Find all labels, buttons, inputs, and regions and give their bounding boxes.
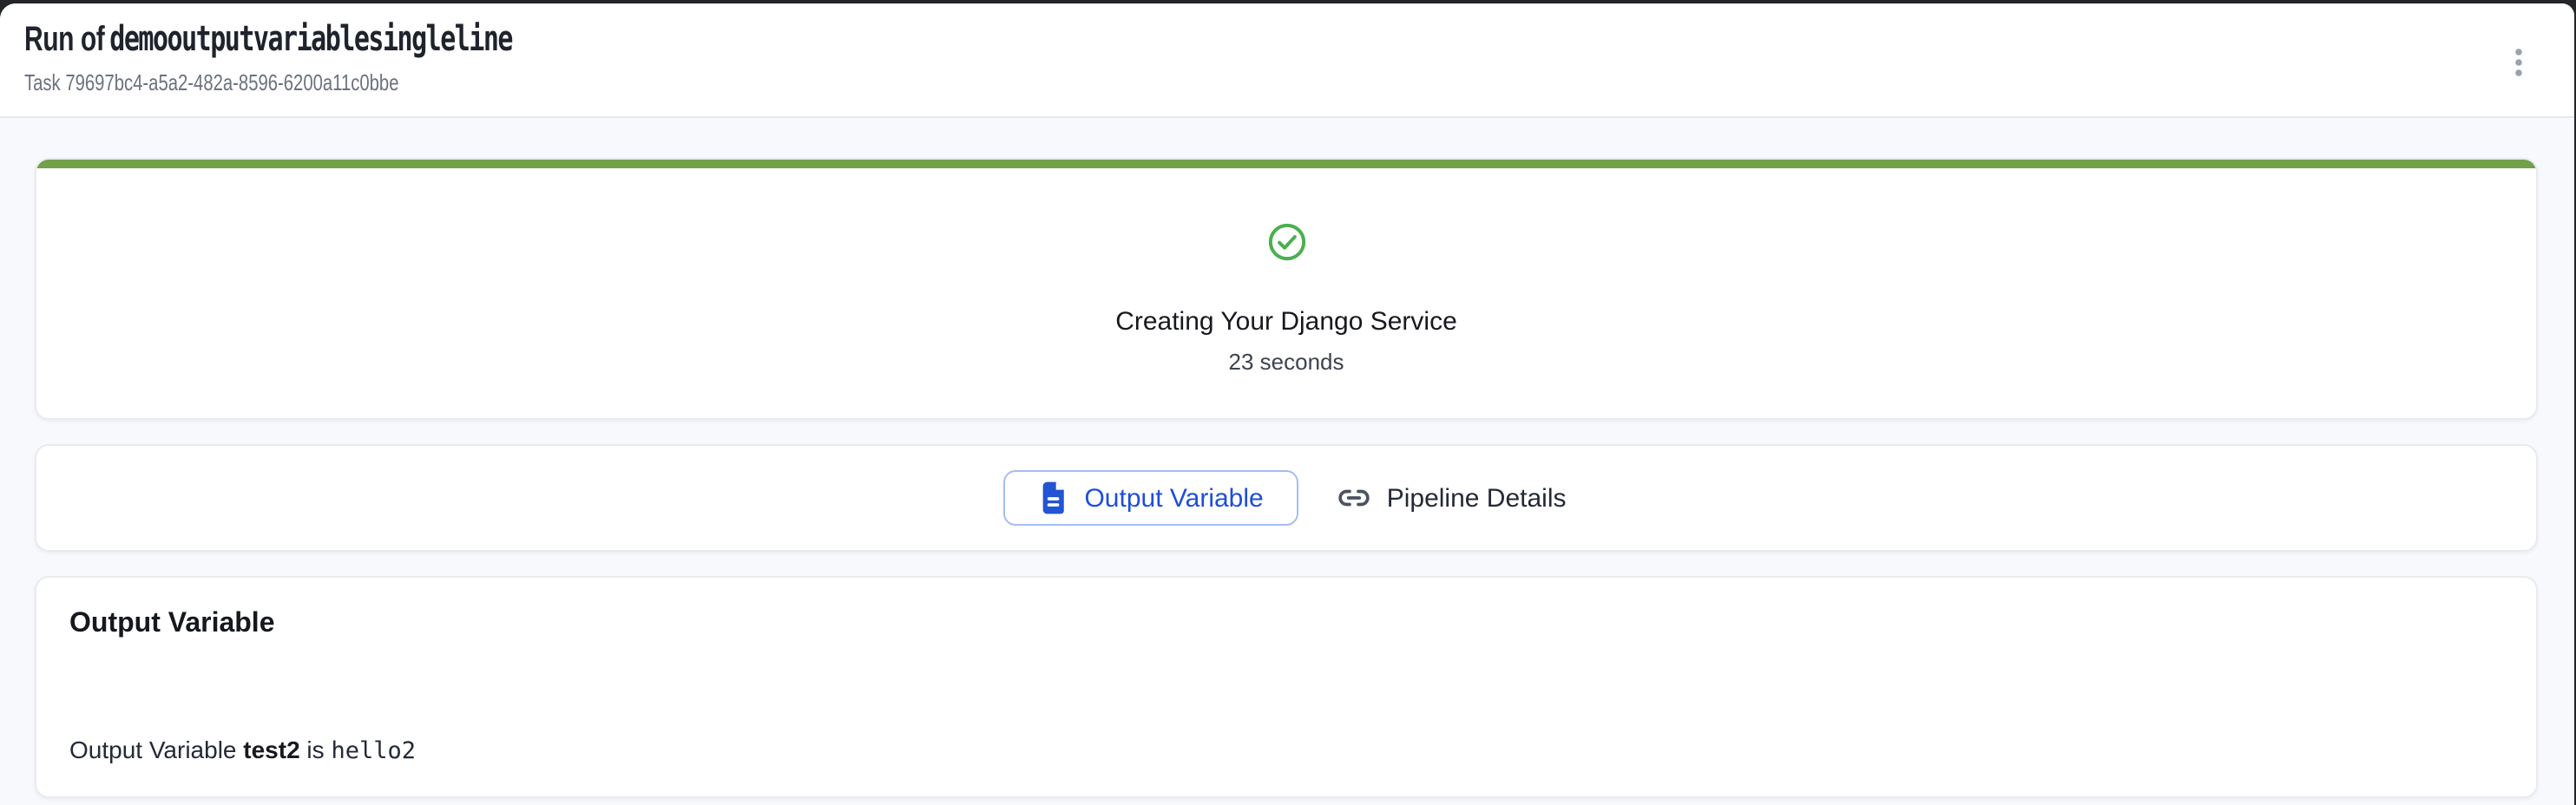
- output-line-middle: is: [300, 736, 332, 763]
- section-heading: Output Variable: [69, 607, 2503, 642]
- document-icon: [1037, 481, 1067, 515]
- tab-pipeline-details[interactable]: Pipeline Details: [1333, 481, 1570, 515]
- task-id: Task 79697bc4-a5a2-482a-8596-6200a11c0bb…: [24, 71, 2014, 95]
- page-header: Run ofdemooutputvariablesingleline Task …: [0, 3, 2574, 118]
- output-variable-line: Output Variable test2 is hello2: [69, 736, 2503, 767]
- tab-pipeline-details-label: Pipeline Details: [1387, 483, 1567, 513]
- link-icon: [1337, 481, 1371, 515]
- status-accent-bar: [36, 160, 2536, 168]
- page-title-prefix: Run of: [24, 21, 104, 59]
- output-line-prefix: Output Variable: [69, 736, 243, 763]
- tab-output-variable-label: Output Variable: [1084, 483, 1263, 513]
- output-variable-name: test2: [243, 736, 299, 763]
- tab-output-variable[interactable]: Output Variable: [1002, 470, 1298, 526]
- main-panel: Run ofdemooutputvariablesingleline Task …: [0, 3, 2574, 805]
- kebab-menu-button[interactable]: [2500, 40, 2538, 85]
- status-duration: 23 seconds: [1229, 349, 1344, 375]
- output-variable-value: hello2: [331, 737, 416, 765]
- app-window: Run ofdemooutputvariablesingleline Task …: [0, 0, 2576, 805]
- status-card: Creating Your Django Service 23 seconds: [35, 158, 2538, 420]
- output-variable-card: Output Variable Output Variable test2 is…: [35, 576, 2538, 798]
- content-area: Creating Your Django Service 23 seconds …: [0, 118, 2574, 798]
- run-name: demooutputvariablesingleline: [109, 17, 512, 59]
- kebab-menu-icon: [2501, 45, 2536, 80]
- status-title: Creating Your Django Service: [1115, 305, 1457, 338]
- check-circle-icon: [1266, 222, 1306, 262]
- tabs-card: Output Variable Pipeline Details: [35, 444, 2538, 552]
- page-title: Run ofdemooutputvariablesingleline: [24, 21, 1937, 59]
